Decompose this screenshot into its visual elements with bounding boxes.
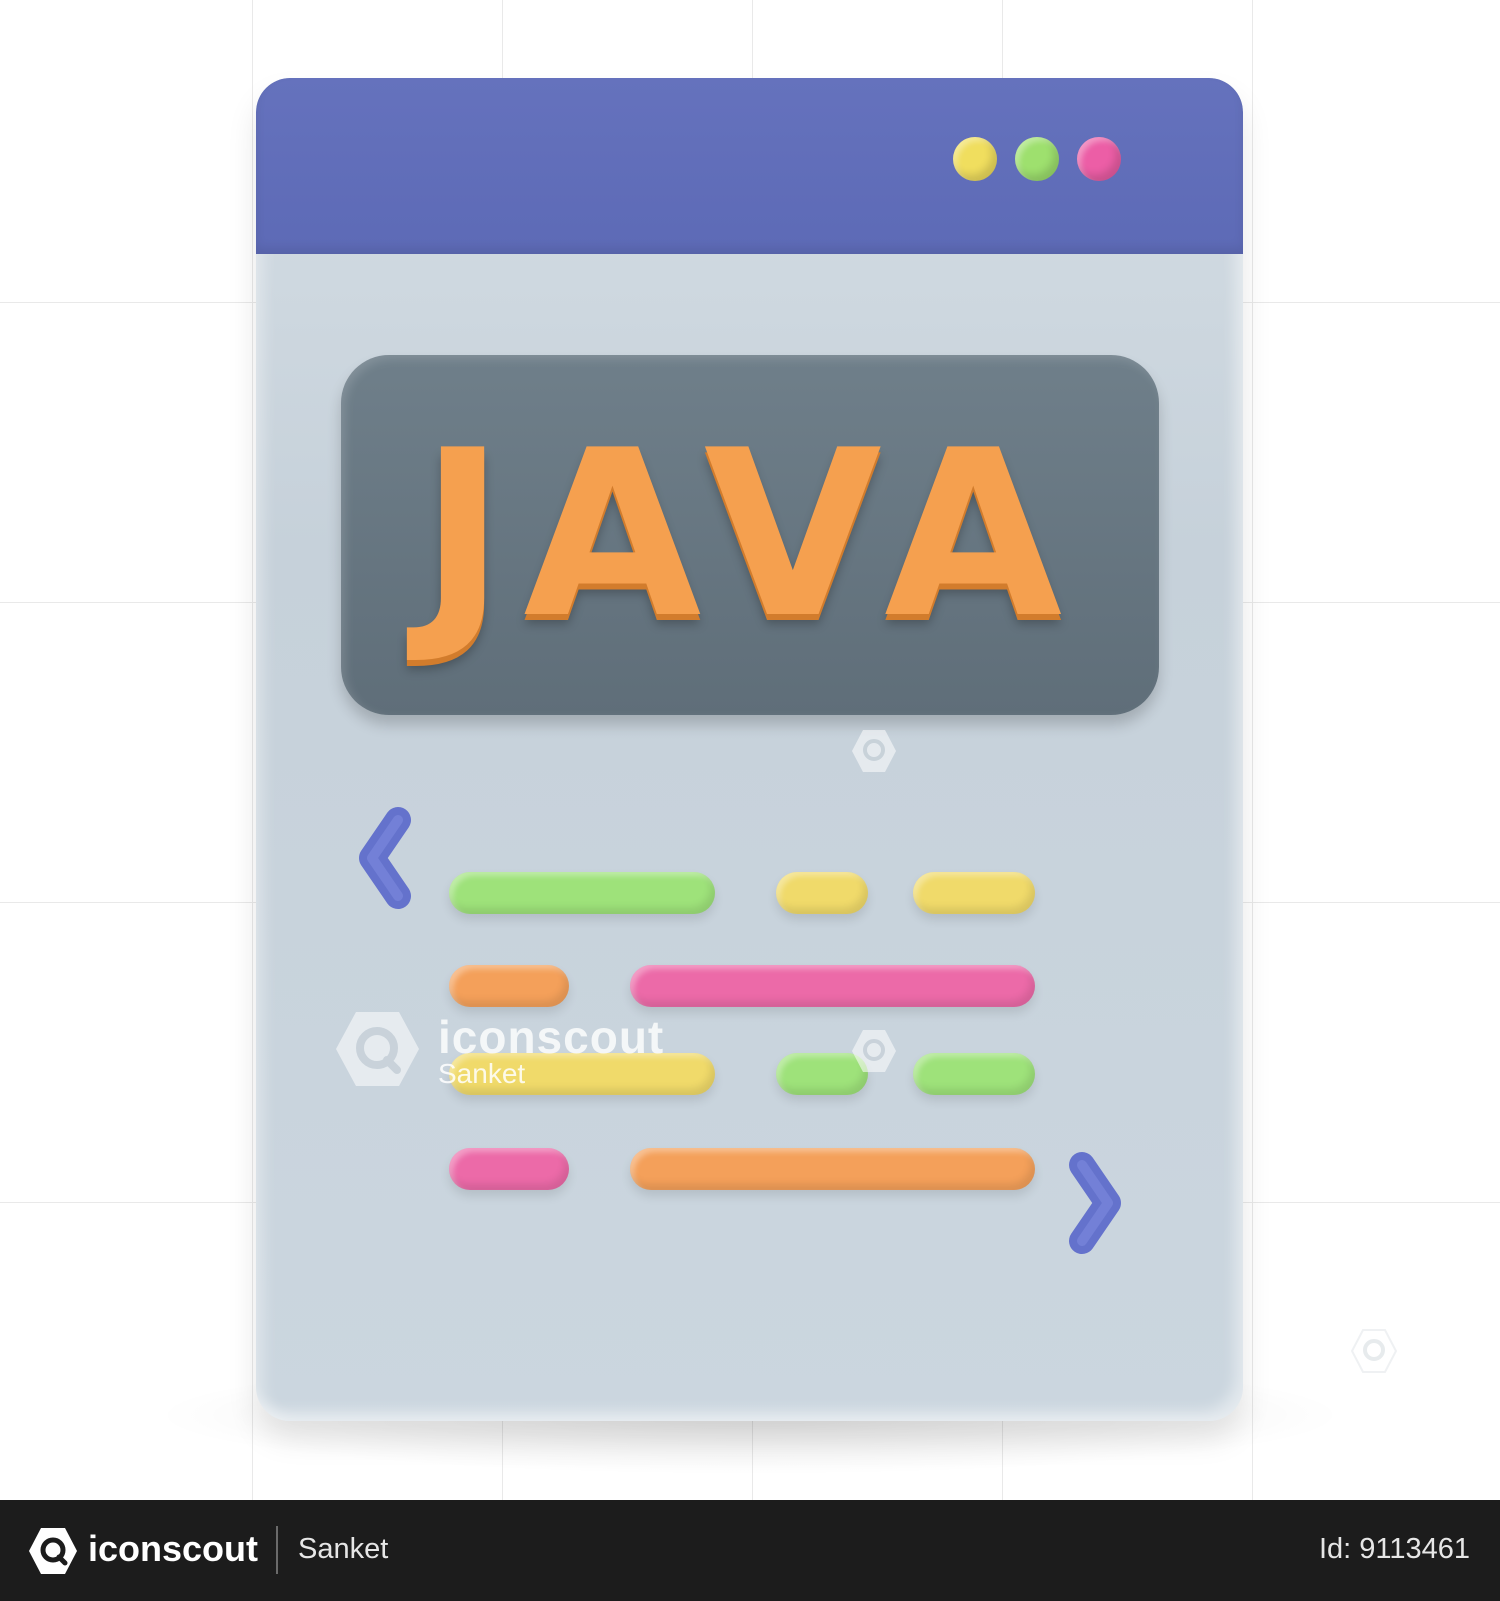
- code-bar: [913, 1053, 1035, 1095]
- watermark-small-logo-icon: [851, 1028, 897, 1074]
- code-bar: [449, 1148, 569, 1190]
- java-banner-text: JAVA: [419, 401, 1081, 669]
- watermark-small-logo-icon: [1350, 1328, 1398, 1374]
- code-bar: [630, 965, 1035, 1007]
- watermark-small-logo-icon: [851, 728, 897, 774]
- code-bar: [449, 872, 715, 914]
- watermark-author: Sanket: [438, 1058, 526, 1089]
- watermark-brand: iconscout: [438, 1011, 665, 1063]
- footer-brand: iconscout: [88, 1528, 259, 1569]
- watermark-logo-icon: [335, 1010, 420, 1088]
- code-bar: [630, 1148, 1035, 1190]
- chevron-left-icon: [356, 807, 416, 909]
- code-bar: [913, 872, 1035, 914]
- window-titlebar: [256, 78, 1243, 254]
- java-banner: JAVA: [341, 355, 1159, 715]
- footer-author: Sanket: [298, 1533, 389, 1565]
- footer-separator: [276, 1526, 278, 1574]
- code-bar: [776, 872, 868, 914]
- footer-bar: iconscout Sanket Id: 9113461: [0, 1500, 1500, 1601]
- pink-dot-icon: [1077, 137, 1121, 181]
- iconscout-logo-icon: [28, 1526, 78, 1576]
- yellow-dot-icon: [953, 137, 997, 181]
- chevron-right-icon: [1064, 1152, 1124, 1254]
- browser-window-illustration: JAVA: [256, 78, 1243, 1421]
- green-dot-icon: [1015, 137, 1059, 181]
- code-bar: [449, 965, 569, 1007]
- footer-id: Id: 9113461: [1318, 1533, 1470, 1565]
